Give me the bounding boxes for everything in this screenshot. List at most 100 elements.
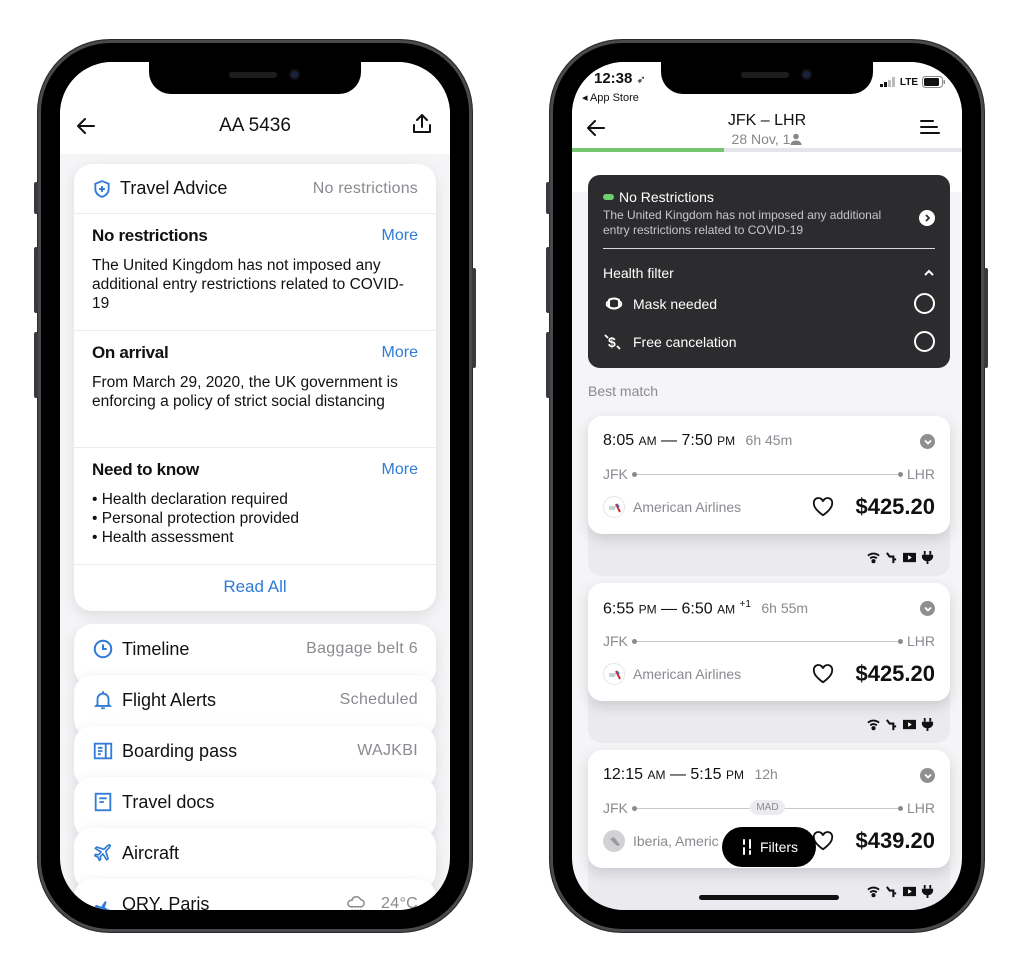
progress-fill [572,148,725,152]
more-link[interactable]: More [382,227,418,245]
chevron-right-icon[interactable] [919,210,935,226]
flight-result: 6:55 PM — 6:50 AM +1 6h 55m JFK LHR Amer… [588,583,950,743]
chevron-down-icon[interactable] [920,768,935,783]
departure-time: 8:05 [603,432,635,449]
section-body: The United Kingdom has not imposed any a… [92,257,404,312]
travel-advice-status: No restrictions [312,179,418,197]
video-icon [903,885,916,898]
airline-name: American Airlines [633,666,742,682]
section-heading: On arrival [92,343,169,362]
flight-card[interactable]: 6:55 PM — 6:50 AM +1 6h 55m JFK LHR Amer… [588,583,950,701]
notch [149,62,361,94]
restrictions-body: The United Kingdom has not imposed any a… [603,208,882,237]
home-indicator[interactable] [699,895,839,900]
health-filter-header[interactable]: Health filter [603,265,935,281]
origin-code: JFK [603,466,628,482]
read-all-button[interactable]: Read All [74,565,436,609]
item-value: WAJKBI [357,742,418,759]
section-body: From March 29, 2020, the UK government i… [92,374,398,410]
origin-code: JFK [603,633,628,649]
list-item: Health assessment [92,528,418,547]
day-offset: +1 [739,599,751,610]
section-label: Best match [588,383,659,399]
destination-code: LHR [906,466,935,482]
amenities [867,718,934,731]
flight-duration: 12h [754,766,778,782]
status-indicators: LTE [879,76,946,88]
airplane-icon [93,843,112,862]
power-icon [921,551,934,564]
chevron-down-icon[interactable] [920,601,935,616]
date-passengers: 28 Nov, 1 [731,131,791,147]
back-to-app-link[interactable]: ◂ App Store [582,91,639,104]
airline-logo-icon [603,830,625,852]
departure-ampm: AM [638,434,657,448]
more-link[interactable]: More [382,344,418,362]
flight-card[interactable]: 8:05 AM — 7:50 PM 6h 45m JFK LHR America… [588,416,950,534]
heart-icon[interactable] [812,664,834,684]
option-free-cancelation[interactable]: $ Free cancelation [603,331,935,352]
more-link[interactable]: More [382,461,418,479]
menu-icon[interactable] [920,118,940,136]
status-green-pill [603,194,614,200]
route-line: JFK LHR [603,633,935,649]
chevron-up-icon[interactable] [923,269,935,277]
radio-mask-needed[interactable] [914,293,935,314]
flight-duration: 6h 55m [761,600,809,617]
flight-price: $439.20 [855,828,935,853]
filters-button[interactable]: Filters [722,827,816,867]
health-filter-label: Health filter [603,265,674,281]
flight-times: 6:55 PM — 6:50 AM +1 6h 55m [603,599,809,618]
radio-free-cancelation[interactable] [914,331,935,352]
flight-price: $425.20 [855,494,935,519]
volume-down-button [546,332,550,398]
item-value: 24°C [381,895,418,910]
departure-ampm: PM [638,602,657,617]
shield-plus-icon [94,179,110,198]
boarding-pass-icon [93,742,113,760]
arrival-time: 7:50 [681,432,713,449]
item-label: Flight Alerts [122,690,217,710]
item-label: Timeline [122,639,190,659]
plane-landing-icon [94,901,110,910]
flight-price: $425.20 [855,661,935,686]
bell-icon [93,691,113,710]
departure-time: 6:55 [603,600,635,618]
departure-time: 12:15 [603,766,644,783]
signal-icon [879,77,895,87]
amenities [867,885,934,898]
airline-logo-icon [603,496,625,518]
airline-logo-icon [603,663,625,685]
flight-result: 8:05 AM — 7:50 PM 6h 45m JFK LHR America… [588,416,950,576]
section-heading: No restrictions [92,226,208,245]
route-title: JFK – LHR [727,112,807,129]
airline: Iberia, Americ [603,830,719,852]
option-mask-needed[interactable]: Mask needed [603,293,935,314]
phone-right: 12:38 ➶ ◂ App Store LTE JFK – LHR 28 Nov… [546,40,988,932]
share-icon[interactable] [410,112,434,136]
divider [603,248,935,249]
power-button [984,268,988,368]
document-icon [94,792,112,812]
advice-section-no-restrictions: No restrictions More The United Kingdom … [74,214,436,331]
filters-label: Filters [759,839,799,855]
power-icon [921,718,934,731]
travel-advice-header[interactable]: Travel Advice No restrictions [74,164,436,214]
heart-icon[interactable] [812,497,834,517]
need-to-know-list: Health declaration required Personal pro… [92,490,418,547]
wifi-icon [867,885,880,898]
list-item-destination[interactable]: ORY, Paris 24°C [74,879,436,910]
route-subtitle: 28 Nov, 1 [572,131,962,147]
amenities [867,551,934,564]
item-label: Aircraft [122,843,180,863]
item-label: Boarding pass [122,741,238,761]
video-icon [903,718,916,731]
seat-icon [885,885,898,898]
chevron-down-icon[interactable] [920,434,935,449]
destination-code: LHR [906,800,935,816]
flight-times: 8:05 AM — 7:50 PM 6h 45m [603,432,793,449]
arrival-time: 5:15 [690,766,722,783]
airline: American Airlines [603,496,741,518]
mask-icon [605,297,623,309]
clock-icon [93,639,113,659]
